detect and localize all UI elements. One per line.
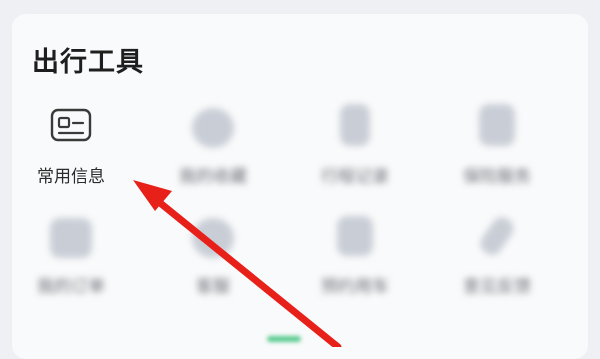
blurred-icon — [476, 213, 518, 259]
tool-label: 常用信息 — [37, 167, 105, 187]
tool-label: 预约用车 — [321, 277, 389, 297]
tool-label: 保险服务 — [463, 167, 531, 187]
page-indicator — [267, 336, 301, 342]
id-card-icon — [50, 108, 92, 148]
tool-item[interactable]: 行程记录 — [300, 104, 410, 214]
tool-item[interactable]: 客服 — [158, 214, 268, 324]
tool-item[interactable]: 保险服务 — [442, 104, 552, 214]
blurred-icon — [192, 218, 234, 258]
tool-label: 行程记录 — [321, 167, 389, 187]
tool-label: 客服 — [196, 277, 230, 297]
tool-item[interactable]: 意见反馈 — [442, 213, 552, 324]
blurred-icon — [192, 108, 234, 148]
tool-frequent-info[interactable]: 常用信息 — [16, 104, 126, 214]
tool-label: 我的收藏 — [179, 167, 247, 187]
tool-item[interactable]: 我的收藏 — [158, 104, 268, 214]
tool-item[interactable]: 我的订单 — [16, 214, 126, 324]
blurred-icon — [479, 104, 515, 146]
tool-label: 意见反馈 — [463, 277, 531, 297]
blurred-icon — [50, 218, 92, 258]
section-title: 出行工具 — [32, 47, 144, 78]
blurred-icon — [340, 104, 370, 146]
travel-tools-card: 出行工具 常用信息 我的收藏 行程记录 保险服务 我的订单 客服 预约用车 意见… — [12, 14, 588, 359]
tool-label: 我的订单 — [37, 277, 105, 297]
tool-item[interactable]: 预约用车 — [300, 214, 410, 324]
blurred-icon — [337, 216, 373, 256]
